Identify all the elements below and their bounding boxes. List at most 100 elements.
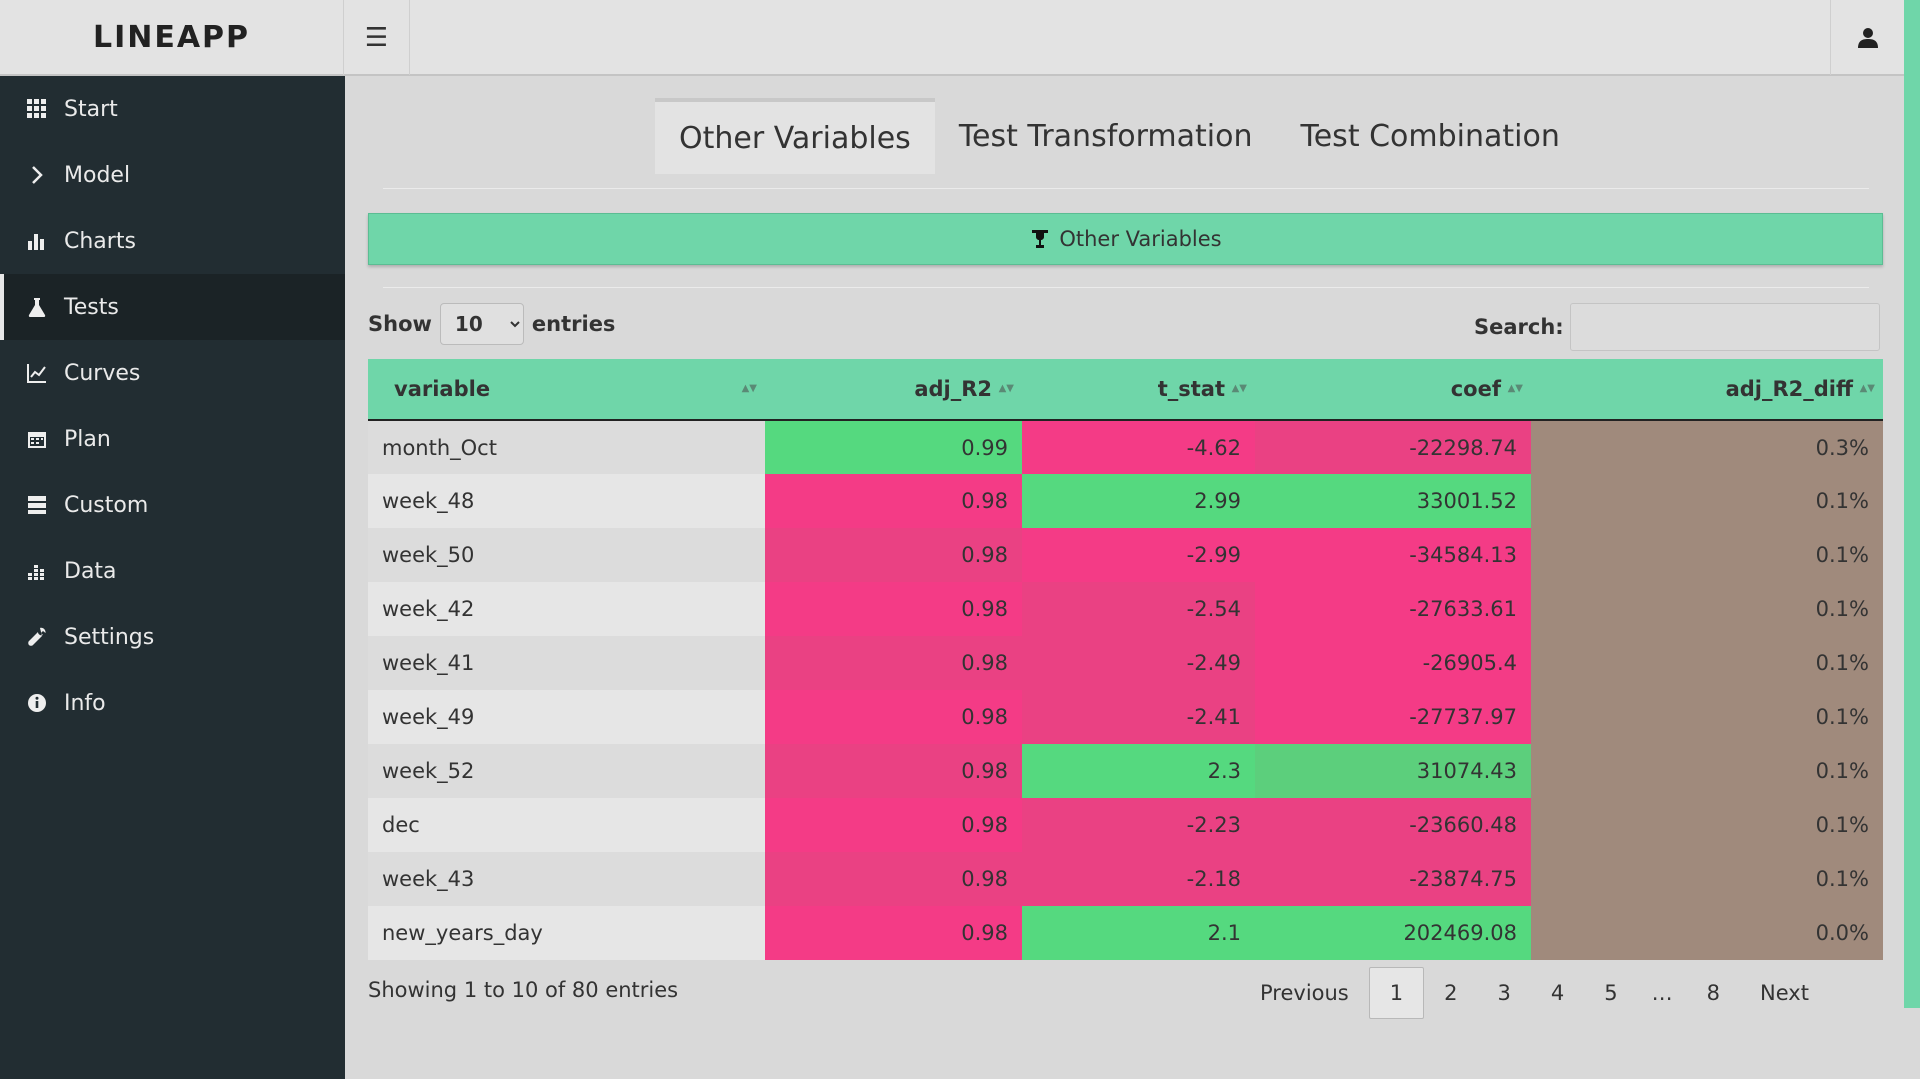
- sidebar-item-start[interactable]: Start: [0, 76, 345, 142]
- sidebar-item-curves[interactable]: Curves: [0, 340, 345, 406]
- sidebar-item-plan[interactable]: Plan: [0, 406, 345, 472]
- line-chart-icon: [26, 362, 48, 384]
- cell-coef: 202469.08: [1255, 906, 1531, 960]
- cell-adj-r2: 0.98: [765, 582, 1022, 636]
- top-navbar: LINEAPP ☰: [0, 0, 1920, 76]
- wrench-icon: [26, 626, 48, 648]
- sidebar-item-label: Custom: [64, 492, 149, 518]
- sidebar-item-info[interactable]: Info: [0, 670, 345, 736]
- cell-adj-r2: 0.98: [765, 798, 1022, 852]
- sidebar-item-label: Settings: [64, 624, 155, 650]
- cell-adj-r2-diff: 0.3%: [1531, 420, 1883, 474]
- trophy-icon: [1029, 228, 1051, 250]
- table-row[interactable]: month_Oct 0.99 -4.62 -22298.74 0.3%: [368, 420, 1883, 474]
- scroll-accent-bar: [1904, 0, 1920, 1008]
- column-header-adj-r2[interactable]: adj_R2 ▲▼: [765, 359, 1022, 420]
- other-variables-banner[interactable]: Other Variables: [368, 213, 1883, 265]
- tab-test-combination[interactable]: Test Combination: [1277, 98, 1584, 174]
- sidebar-item-charts[interactable]: Charts: [0, 208, 345, 274]
- sort-icon: ▲▼: [998, 383, 1014, 394]
- cell-variable: week_43: [368, 852, 765, 906]
- cell-t-stat: -2.18: [1022, 852, 1255, 906]
- cell-adj-r2: 0.98: [765, 636, 1022, 690]
- cell-variable: week_42: [368, 582, 765, 636]
- tab-test-transformation[interactable]: Test Transformation: [935, 98, 1277, 174]
- divider: [383, 188, 1869, 189]
- page-button-1[interactable]: 1: [1368, 967, 1425, 1019]
- next-page-button[interactable]: Next: [1740, 967, 1829, 1019]
- cell-coef: -34584.13: [1255, 528, 1531, 582]
- previous-page-button[interactable]: Previous: [1240, 967, 1369, 1019]
- sidebar-item-label: Charts: [64, 228, 136, 254]
- sidebar-item-data[interactable]: Data: [0, 538, 345, 604]
- tab-other-variables[interactable]: Other Variables: [655, 98, 935, 174]
- cell-t-stat: 2.99: [1022, 474, 1255, 528]
- user-icon[interactable]: [1830, 0, 1904, 75]
- sidebar-item-label: Model: [64, 162, 131, 188]
- table-row[interactable]: week_52 0.98 2.3 31074.43 0.1%: [368, 744, 1883, 798]
- table-row[interactable]: week_50 0.98 -2.99 -34584.13 0.1%: [368, 528, 1883, 582]
- table-row[interactable]: new_years_day 0.98 2.1 202469.08 0.0%: [368, 906, 1883, 960]
- page-button-4[interactable]: 4: [1531, 967, 1584, 1019]
- cell-adj-r2-diff: 0.1%: [1531, 528, 1883, 582]
- table-header-row: variable ▲▼ adj_R2 ▲▼ t_stat ▲▼ coef ▲▼ adj_…: [368, 359, 1883, 420]
- cell-variable: week_41: [368, 636, 765, 690]
- cell-adj-r2: 0.98: [765, 906, 1022, 960]
- cell-variable: dec: [368, 798, 765, 852]
- sort-icon: ▲▼: [741, 383, 757, 394]
- cell-adj-r2-diff: 0.1%: [1531, 636, 1883, 690]
- table-info: Showing 1 to 10 of 80 entries: [368, 978, 679, 1002]
- sidebar-item-custom[interactable]: Custom: [0, 472, 345, 538]
- table-row[interactable]: week_41 0.98 -2.49 -26905.4 0.1%: [368, 636, 1883, 690]
- page-button-5[interactable]: 5: [1584, 967, 1637, 1019]
- grid-icon: [26, 98, 48, 120]
- chevron-right-icon: [26, 164, 48, 186]
- column-header-coef[interactable]: coef ▲▼: [1255, 359, 1531, 420]
- app-brand[interactable]: LINEAPP: [0, 0, 344, 75]
- banner-label: Other Variables: [1059, 227, 1222, 251]
- results-table: variable ▲▼ adj_R2 ▲▼ t_stat ▲▼ coef ▲▼ adj_…: [368, 359, 1883, 960]
- search-input[interactable]: [1569, 303, 1880, 351]
- sidebar-item-model[interactable]: Model: [0, 142, 345, 208]
- cell-adj-r2: 0.98: [765, 744, 1022, 798]
- column-header-variable[interactable]: variable ▲▼: [368, 359, 765, 420]
- cell-t-stat: 2.1: [1022, 906, 1255, 960]
- sidebar-item-settings[interactable]: Settings: [0, 604, 345, 670]
- hamburger-icon[interactable]: ☰: [344, 0, 410, 75]
- column-header-adj-r2-diff[interactable]: adj_R2_diff ▲▼: [1531, 359, 1883, 420]
- cell-adj-r2-diff: 0.1%: [1531, 852, 1883, 906]
- cell-coef: -22298.74: [1255, 420, 1531, 474]
- cell-adj-r2-diff: 0.1%: [1531, 582, 1883, 636]
- sort-icon: ▲▼: [1507, 383, 1523, 394]
- calendar-icon: [26, 428, 48, 450]
- sidebar-item-tests[interactable]: Tests: [0, 274, 345, 340]
- table-row[interactable]: dec 0.98 -2.23 -23660.48 0.1%: [368, 798, 1883, 852]
- cell-coef: 31074.43: [1255, 744, 1531, 798]
- table-row[interactable]: week_42 0.98 -2.54 -27633.61 0.1%: [368, 582, 1883, 636]
- table-row[interactable]: week_43 0.98 -2.18 -23874.75 0.1%: [368, 852, 1883, 906]
- sidebar-item-label: Tests: [64, 294, 119, 320]
- cell-variable: week_52: [368, 744, 765, 798]
- cell-adj-r2: 0.98: [765, 852, 1022, 906]
- flask-icon: [26, 296, 48, 318]
- cell-coef: 33001.52: [1255, 474, 1531, 528]
- cell-adj-r2: 0.98: [765, 528, 1022, 582]
- cell-adj-r2-diff: 0.1%: [1531, 474, 1883, 528]
- table-row[interactable]: week_48 0.98 2.99 33001.52 0.1%: [368, 474, 1883, 528]
- bar-chart-icon: [26, 230, 48, 252]
- cell-variable: week_49: [368, 690, 765, 744]
- sort-icon: ▲▼: [1859, 383, 1875, 394]
- search-label: Search:: [1474, 315, 1564, 339]
- cell-coef: -23874.75: [1255, 852, 1531, 906]
- server-icon: [26, 494, 48, 516]
- cell-t-stat: -2.49: [1022, 636, 1255, 690]
- show-label: Show: [368, 312, 432, 336]
- sidebar-item-label: Data: [64, 558, 117, 584]
- page-button-3[interactable]: 3: [1478, 967, 1531, 1019]
- column-header-t-stat[interactable]: t_stat ▲▼: [1022, 359, 1255, 420]
- table-row[interactable]: week_49 0.98 -2.41 -27737.97 0.1%: [368, 690, 1883, 744]
- page-size-select[interactable]: 10: [439, 303, 524, 345]
- page-button-8[interactable]: 8: [1687, 967, 1740, 1019]
- pagination: Previous 1 2 3 4 5 … 8 Next: [1240, 966, 1829, 1020]
- page-button-2[interactable]: 2: [1424, 967, 1477, 1019]
